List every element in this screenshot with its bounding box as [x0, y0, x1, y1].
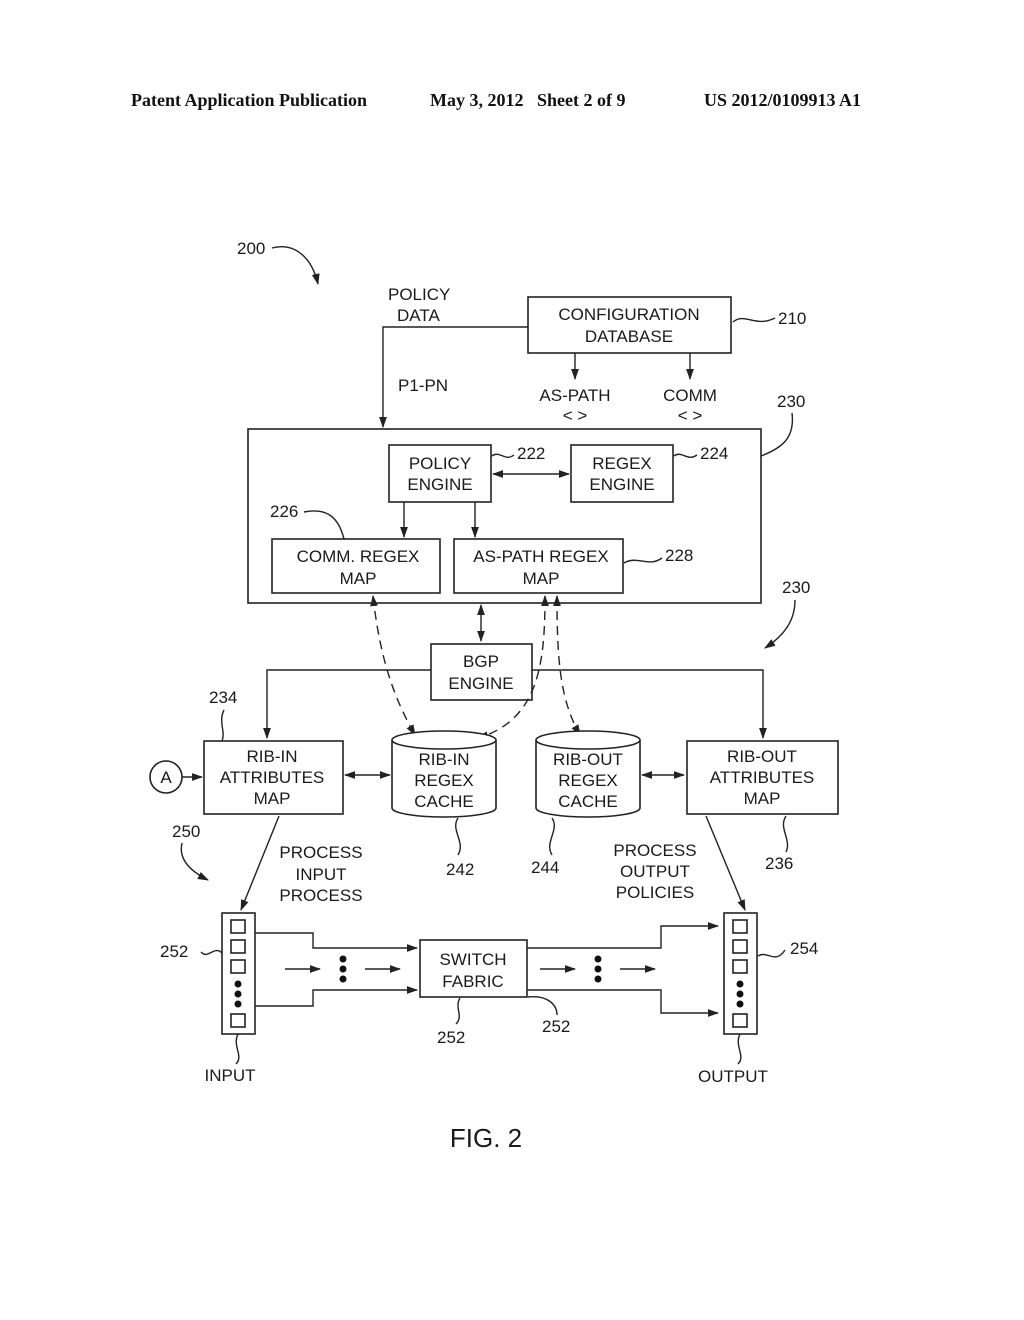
- ref-252-input: 252: [160, 942, 188, 961]
- bgp-engine-line2: ENGINE: [448, 674, 513, 693]
- ref-242: 242: [446, 860, 474, 879]
- comm-regex-map-box: COMM. REGEX MAP: [271, 538, 441, 594]
- as-path-regex-map-box: AS-PATH REGEX MAP: [453, 538, 624, 594]
- rib-in-cache-line1: RIB-IN: [419, 750, 470, 769]
- label-comm: COMM: [663, 386, 717, 405]
- label-as-path: AS-PATH: [539, 386, 610, 405]
- policy-engine-line1: POLICY: [409, 454, 471, 473]
- label-comm-brackets: < >: [678, 406, 703, 425]
- ref-252-fabric-out: 252: [542, 1017, 570, 1036]
- process-output-arrow: [705, 815, 746, 912]
- ref-252-input-leader: [200, 949, 223, 956]
- ref-244-leader: [549, 817, 555, 856]
- label-policy: POLICY: [388, 285, 450, 304]
- ref-210-leader: [732, 317, 776, 323]
- process-output-line3: POLICIES: [616, 883, 694, 902]
- output-port-panel: [723, 912, 758, 1035]
- bgp-to-rib-in-arrow: [263, 669, 431, 740]
- ref-252-fabric: 252: [437, 1028, 465, 1047]
- ref-234-leader: [221, 709, 225, 742]
- ref-210: 210: [778, 309, 806, 328]
- input-to-fabric-upper: [255, 932, 419, 952]
- rib-in-cache-line3: CACHE: [414, 792, 474, 811]
- ref-236-leader: [782, 815, 789, 853]
- aspath-map-line2: MAP: [523, 569, 560, 588]
- switch-fabric-line1: SWITCH: [439, 950, 506, 969]
- rib-in-attributes-map-box: RIB-IN ATTRIBUTES MAP: [203, 740, 344, 815]
- rib-out-attr-line1: RIB-OUT: [727, 747, 797, 766]
- connector-a-label: A: [160, 768, 172, 787]
- ref-200: 200: [237, 239, 265, 258]
- comm-map-line1: COMM. REGEX: [297, 547, 420, 566]
- comm-map-cache-dashed-link: [370, 594, 416, 736]
- aspath-map-line1: AS-PATH REGEX: [473, 547, 608, 566]
- label-as-path-brackets: < >: [563, 406, 588, 425]
- figure-label: FIG. 2: [450, 1123, 522, 1153]
- rib-out-attributes-map-box: RIB-OUT ATTRIBUTES MAP: [686, 740, 839, 815]
- ref-242-leader: [455, 817, 461, 856]
- switch-fabric-box: SWITCH FABRIC: [419, 939, 528, 998]
- rib-out-cache-line2: REGEX: [558, 771, 618, 790]
- ref-236: 236: [765, 854, 793, 873]
- label-p1-pn: P1-PN: [398, 376, 448, 395]
- config-db-line1: CONFIGURATION: [558, 305, 699, 324]
- figure-2-diagram: 200 POLICY DATA P1-PN CONFIGURATION DATA…: [149, 239, 839, 1153]
- process-output-line1: PROCESS: [613, 841, 696, 860]
- ref-200-leader: [271, 246, 320, 286]
- ref-252-fabric-out-leader: [527, 996, 558, 1016]
- bgp-engine-line1: BGP: [463, 652, 499, 671]
- rib-in-attr-line1: RIB-IN: [247, 747, 298, 766]
- policy-engine-line2: ENGINE: [407, 475, 472, 494]
- ref-234: 234: [209, 688, 237, 707]
- switch-fabric-line2: FABRIC: [442, 972, 503, 991]
- rib-out-attr-line2: ATTRIBUTES: [710, 768, 815, 787]
- rib-out-regex-cache-cylinder: RIB-OUT REGEX CACHE: [535, 730, 641, 818]
- ref-254-leader: [757, 949, 786, 958]
- output-label: OUTPUT: [698, 1067, 768, 1086]
- ref-244: 244: [531, 858, 559, 877]
- ref-252-fabric-leader: [455, 997, 461, 1025]
- rib-out-cache-line1: RIB-OUT: [553, 750, 623, 769]
- regex-engine-box: REGEX ENGINE: [570, 444, 674, 503]
- rib-out-cache-line3: CACHE: [558, 792, 618, 811]
- configuration-database-box: CONFIGURATION DATABASE: [527, 296, 732, 354]
- ref-226: 226: [270, 502, 298, 521]
- rib-out-attr-line3: MAP: [744, 789, 781, 808]
- regex-engine-line1: REGEX: [592, 454, 652, 473]
- input-label: INPUT: [205, 1066, 256, 1085]
- output-leader: [737, 1033, 742, 1065]
- rib-in-regex-cache-cylinder: RIB-IN REGEX CACHE: [391, 730, 497, 818]
- ref-250: 250: [172, 822, 200, 841]
- ref-222: 222: [517, 444, 545, 463]
- ref-250-leader: [180, 842, 210, 881]
- rib-in-attr-line2: ATTRIBUTES: [220, 768, 325, 787]
- ref-230-bgp: 230: [782, 578, 810, 597]
- label-data: DATA: [397, 306, 440, 325]
- fabric-to-output-upper: [527, 922, 720, 949]
- ref-230-bgp-leader: [764, 599, 796, 649]
- ref-228: 228: [665, 546, 693, 565]
- process-input-arrow: [240, 815, 280, 912]
- regex-engine-line2: ENGINE: [589, 475, 654, 494]
- comm-map-line2: MAP: [340, 569, 377, 588]
- bgp-engine-box: BGP ENGINE: [430, 643, 533, 701]
- process-output-line2: OUTPUT: [620, 862, 690, 881]
- input-port-panel: [221, 912, 256, 1035]
- ref-224: 224: [700, 444, 728, 463]
- aspath-map-rib-out-cache-dashed-link: [553, 594, 581, 736]
- rib-in-attr-line3: MAP: [254, 789, 291, 808]
- ref-230-top: 230: [777, 392, 805, 411]
- config-db-line2: DATABASE: [585, 327, 673, 346]
- ref-230-top-leader: [760, 412, 794, 457]
- input-leader: [235, 1033, 240, 1065]
- process-input-line1: PROCESS: [279, 843, 362, 862]
- ref-254: 254: [790, 939, 818, 958]
- process-input-line3: PROCESS: [279, 886, 362, 905]
- rib-in-cache-line2: REGEX: [414, 771, 474, 790]
- process-input-line2: INPUT: [296, 865, 347, 884]
- input-to-fabric-lower: [255, 986, 419, 1007]
- policy-engine-box: POLICY ENGINE: [388, 444, 492, 503]
